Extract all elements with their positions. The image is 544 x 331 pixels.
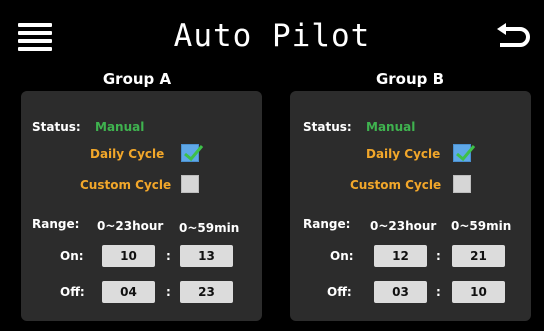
off-label: Off: — [60, 285, 85, 299]
group-b-panel: Status: Manual Daily Cycle Custom Cycle … — [290, 91, 531, 321]
status-label: Status: — [32, 120, 81, 134]
daily-cycle-checkbox[interactable] — [181, 144, 204, 162]
range-hours: 0~23hour — [97, 219, 164, 233]
on-hour-input[interactable]: 10 — [102, 245, 155, 267]
custom-cycle-checkbox[interactable] — [453, 175, 471, 193]
daily-cycle-checkbox[interactable] — [453, 144, 476, 162]
range-label: Range: — [303, 217, 351, 231]
range-minutes: 0~59min — [179, 221, 240, 235]
on-minute-input[interactable]: 13 — [180, 245, 233, 267]
page-title: Auto Pilot — [173, 18, 371, 54]
status-label: Status: — [303, 120, 352, 134]
on-label: On: — [330, 249, 354, 263]
custom-cycle-checkbox[interactable] — [181, 175, 199, 193]
range-hours: 0~23hour — [370, 219, 437, 233]
back-arrow-icon[interactable] — [494, 22, 530, 52]
off-hour-input[interactable]: 04 — [102, 281, 155, 303]
time-separator: : — [436, 249, 441, 263]
time-separator: : — [436, 285, 441, 299]
on-minute-input[interactable]: 21 — [452, 245, 505, 267]
range-label: Range: — [32, 217, 80, 231]
off-minute-input[interactable]: 23 — [180, 281, 233, 303]
status-value: Manual — [95, 120, 145, 134]
group-b-title: Group B — [375, 70, 445, 88]
custom-cycle-label: Custom Cycle — [80, 178, 172, 192]
on-hour-input[interactable]: 12 — [374, 245, 427, 267]
on-label: On: — [60, 249, 84, 263]
time-separator: : — [166, 285, 171, 299]
off-hour-input[interactable]: 03 — [374, 281, 427, 303]
time-separator: : — [166, 249, 171, 263]
daily-cycle-label: Daily Cycle — [90, 147, 165, 161]
checkmark-icon — [184, 145, 204, 162]
off-minute-input[interactable]: 10 — [452, 281, 505, 303]
status-value: Manual — [366, 120, 416, 134]
custom-cycle-label: Custom Cycle — [350, 178, 442, 192]
checkmark-icon — [456, 145, 476, 162]
daily-cycle-label: Daily Cycle — [366, 147, 441, 161]
group-a-panel: Status: Manual Daily Cycle Custom Cycle … — [21, 91, 262, 321]
range-minutes: 0~59min — [451, 219, 512, 233]
off-label: Off: — [327, 285, 352, 299]
group-a-title: Group A — [102, 70, 172, 88]
